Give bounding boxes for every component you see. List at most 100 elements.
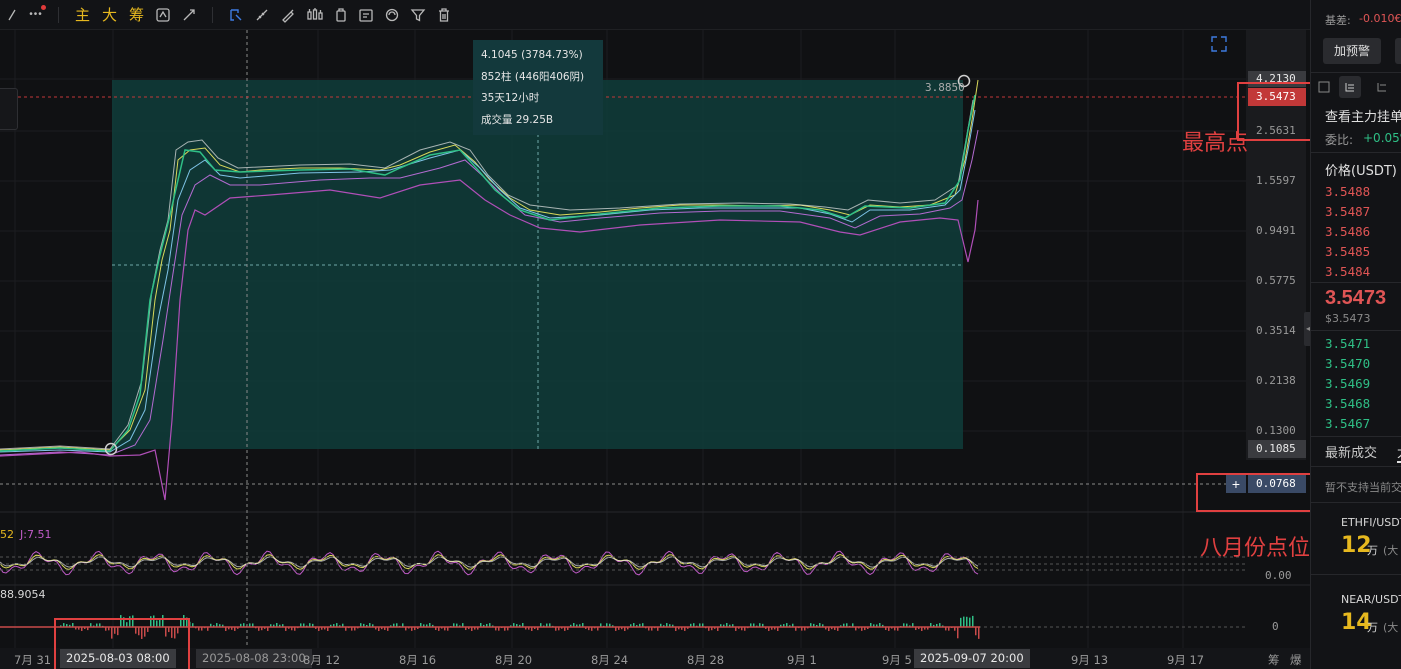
ticker-name[interactable]: ETHFI/USDT (1341, 516, 1401, 529)
bid-price[interactable]: 3.5468 (1325, 396, 1370, 411)
filter-icon[interactable] (405, 0, 431, 30)
measure-change: 4.1045 (3784.73%) (481, 49, 583, 61)
order-book-panel: 基差: -0.010€ 加预警 查看主力挂单 委比: +0.05% 价格(USD… (1310, 0, 1401, 669)
main-force-button[interactable]: 主 (69, 0, 96, 30)
notification-dot (41, 4, 46, 10)
big-trades-tab[interactable]: 大 (1397, 442, 1401, 463)
unsupported-notice: 暂不支持当前交 (1325, 481, 1401, 494)
ask-price[interactable]: 3.5487 (1325, 204, 1370, 219)
time-tick: 9月 17 (1167, 653, 1205, 667)
replay-icon[interactable] (150, 0, 176, 30)
price-tick: 0.3514 (1256, 324, 1296, 337)
price-tick: 0.9491 (1256, 224, 1296, 237)
kdj-axis-value: 0.00 (1265, 569, 1292, 582)
measure-tooltip: 4.1045 (3784.73%) 852柱 (446阳406阴) 35天12小… (473, 40, 603, 135)
toolbar-divider (212, 6, 214, 23)
add-alert-button[interactable]: 加预警 (1323, 38, 1381, 64)
ruler-icon[interactable] (249, 0, 275, 30)
note-icon[interactable] (353, 0, 379, 30)
range-low-tag: 0.1085 (1248, 440, 1306, 458)
macd-bar (966, 616, 968, 627)
price-column-header: 价格(USDT) (1325, 164, 1397, 179)
order-ratio-value: +0.05% (1363, 131, 1401, 145)
macd-bar (957, 627, 959, 639)
macd-bar (975, 627, 977, 636)
ticker-extra: (大 (1383, 544, 1399, 557)
ticker-unit: 万 (1367, 544, 1378, 557)
time-tick: 9月 1 (787, 653, 817, 667)
macd-bar (963, 616, 965, 627)
macd-value: 88.9054 (0, 588, 46, 601)
price-tick: 0.1300 (1256, 424, 1296, 437)
time-tick: 9月 13 (1071, 653, 1109, 667)
ticker-unit: 万 (1367, 621, 1378, 634)
tools-icon[interactable] (176, 0, 202, 30)
price-tick: 0.5775 (1256, 274, 1296, 287)
ask-price[interactable]: 3.5486 (1325, 224, 1370, 239)
time-tick: 8月 24 (591, 653, 629, 667)
bid-price[interactable]: 3.5471 (1325, 336, 1370, 351)
book-mode-buy-icon[interactable] (1371, 76, 1393, 98)
ask-price[interactable]: 3.5484 (1325, 264, 1370, 279)
annotation-start-box (54, 618, 190, 669)
bid-price[interactable]: 3.5469 (1325, 376, 1370, 391)
time-tick: 8月 28 (687, 653, 725, 667)
annotation-august-box (1196, 473, 1327, 512)
more-tools-button[interactable]: ••• (24, 0, 48, 30)
price-tick: 0.2138 (1256, 374, 1296, 387)
fullscreen-icon[interactable] (1210, 35, 1228, 53)
time-tick: 8月 20 (495, 653, 533, 667)
macd-bar (969, 617, 971, 627)
bid-price[interactable]: 3.5467 (1325, 416, 1370, 431)
kdj-indicator (0, 550, 979, 576)
brush-icon[interactable] (275, 0, 301, 30)
time-tick: 9月 5 (882, 653, 912, 667)
macd-bar (972, 615, 974, 627)
chart-canvas[interactable] (0, 30, 1310, 669)
high-point-value: 3.8850 (925, 81, 965, 94)
price-chart[interactable] (0, 30, 1310, 669)
last-price-usd: $3.5473 (1325, 312, 1371, 325)
book-mode-sell-icon[interactable] (1313, 76, 1335, 98)
ticker-extra: (大 (1383, 621, 1399, 634)
measure-duration: 35天12小时 (481, 92, 540, 104)
basis-value: -0.010€ (1359, 12, 1401, 25)
magnet-icon[interactable] (379, 0, 405, 30)
cursor-select-icon[interactable] (223, 0, 249, 30)
measure-bars: 852柱 (446阳406阴) (481, 70, 585, 83)
candles-icon[interactable] (301, 0, 329, 30)
chip-toggle[interactable]: 筹 (1268, 652, 1280, 668)
big-order-button[interactable]: 大 (96, 0, 123, 30)
macd-bar (960, 617, 962, 627)
ticker-name[interactable]: NEAR/USDT (1341, 593, 1401, 606)
drawing-panel-toggle[interactable] (0, 88, 18, 130)
annotation-august-label: 八月份点位 (1200, 536, 1311, 561)
price-tick: 1.5597 (1256, 174, 1296, 187)
latest-trades-tab[interactable]: 最新成交 (1325, 442, 1377, 461)
annotation-high-label: 最高点 (1182, 131, 1249, 156)
kdj-j-value: J:7.51 (20, 528, 52, 541)
chart-toolbar: ••• 主 大 筹 (0, 0, 1310, 30)
time-tick: 7月 31 (14, 653, 52, 667)
lock-icon[interactable] (329, 0, 353, 30)
alert-more-button[interactable] (1395, 38, 1401, 64)
chip-distribution-button[interactable]: 筹 (123, 0, 150, 30)
time-tick: 8月 16 (399, 653, 437, 667)
book-mode-both-icon[interactable] (1339, 76, 1361, 98)
range-end-time-tag: 2025-09-07 20:00 (914, 649, 1030, 668)
time-tick: 8月 12 (303, 653, 341, 667)
main-orders-link[interactable]: 查看主力挂单 (1325, 106, 1401, 125)
basis-label: 基差: (1325, 14, 1351, 27)
bid-price[interactable]: 3.5470 (1325, 356, 1370, 371)
order-ratio-label: 委比: (1325, 133, 1354, 147)
trash-icon[interactable] (431, 0, 457, 30)
liquidation-toggle[interactable]: 爆 (1290, 652, 1302, 668)
draw-tool-icon[interactable] (0, 0, 24, 30)
last-price: 3.5473 (1325, 287, 1387, 309)
kdj-value: 52 (0, 528, 14, 541)
ask-price[interactable]: 3.5488 (1325, 184, 1370, 199)
ask-price[interactable]: 3.5485 (1325, 244, 1370, 259)
toolbar-divider (58, 6, 59, 23)
crosshair-time-tag: 2025-08-08 23:00 (196, 649, 312, 668)
macd-bar (978, 627, 980, 639)
